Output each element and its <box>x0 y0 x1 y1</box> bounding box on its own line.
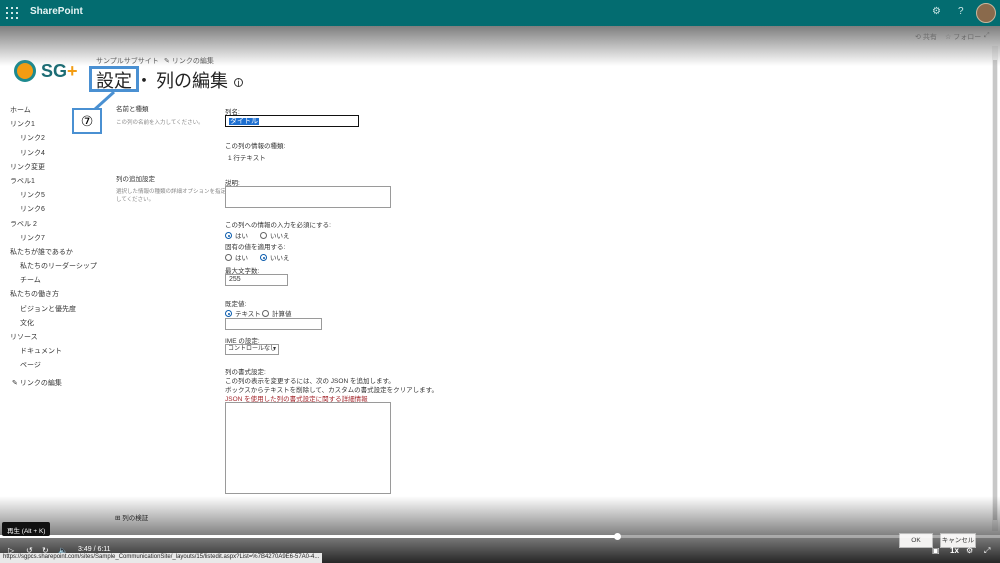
nav-edit-links[interactable]: ✎ リンクの編集 <box>12 378 62 388</box>
column-name-input[interactable]: タイトル <box>225 115 359 127</box>
info-type-value: 1 行テキスト <box>228 155 266 162</box>
info-icon[interactable]: i <box>234 77 243 87</box>
share-label: 共有 <box>922 34 937 41</box>
scrollbar-thumb[interactable] <box>993 60 997 520</box>
nav-item[interactable]: ドキュメント <box>10 345 97 359</box>
section-additional-heading: 列の追加設定 <box>116 176 155 183</box>
nav-item[interactable]: リンク7 <box>10 232 97 246</box>
section-name-type-heading: 名前と種類 <box>116 106 149 113</box>
column-validation-toggle[interactable]: ⊞ 列の検証 <box>115 512 148 522</box>
player-settings-icon[interactable]: ⚙ <box>966 546 973 555</box>
nav-item[interactable]: 私たちのリーダーシップ <box>10 260 97 274</box>
required-no-radio[interactable]: いいえ <box>260 230 290 240</box>
settings-gear-icon[interactable]: ⚙ <box>932 6 941 17</box>
radio-selected <box>225 310 232 317</box>
nav-item[interactable]: リンク5 <box>10 189 97 203</box>
default-calc-radio[interactable]: 計算値 <box>262 308 292 318</box>
nav-item[interactable]: ラベル 2 <box>10 218 97 232</box>
nav-item[interactable]: 私たちの働き方 <box>10 288 97 302</box>
unique-yes-radio[interactable]: はい <box>225 252 248 262</box>
format-json-textarea[interactable] <box>225 402 391 494</box>
radio-unselected <box>262 310 269 317</box>
unique-no-radio[interactable]: いいえ <box>260 252 290 262</box>
description-textarea[interactable] <box>225 186 391 208</box>
required-label: この列への情報の入力を必須にする: <box>225 222 331 229</box>
chevron-down-icon: ▾ <box>272 346 276 352</box>
follow-label: フォロー <box>953 34 982 41</box>
radio-unselected <box>260 232 267 239</box>
suite-bar: SharePoint ⚙ ? <box>0 0 1000 26</box>
app-launcher-icon[interactable] <box>6 7 18 19</box>
max-length-input[interactable]: 255 <box>225 274 288 286</box>
default-value-input[interactable] <box>225 318 322 330</box>
nav-item[interactable]: リンク4 <box>10 147 97 161</box>
section-additional-desc: 選択した情報の種類の詳細オプションを指定してください。 <box>116 189 227 203</box>
nav-item[interactable]: ビジョンと優先度 <box>10 303 97 317</box>
fullscreen-icon[interactable]: ⤢ <box>984 32 990 40</box>
nav-item[interactable]: 文化 <box>10 317 97 331</box>
nav-item[interactable]: リンク変更 <box>10 161 97 175</box>
radio-unselected <box>225 254 232 261</box>
pencil-icon: ✎ <box>164 58 170 65</box>
nav-item[interactable]: チーム <box>10 274 97 288</box>
speed-button[interactable]: 1x <box>950 546 959 555</box>
edit-links-button[interactable]: ✎ リンクの編集 <box>164 56 214 66</box>
suite-brand[interactable]: SharePoint <box>30 6 83 17</box>
player-fullscreen-icon[interactable]: ⤢ <box>984 546 990 556</box>
nav-item[interactable]: ホーム <box>10 104 97 118</box>
required-yes-radio[interactable]: はい <box>225 230 248 240</box>
avatar[interactable] <box>976 3 996 23</box>
edit-link-label: リンクの編集 <box>171 58 214 65</box>
column-validation-label: 列の検証 <box>122 515 149 522</box>
time-display: 3:49 / 6:11 <box>78 546 111 553</box>
screen: { "suite": {"brand": "SharePoint"}, "com… <box>0 0 1000 563</box>
nav-item[interactable]: 私たちが誰であるか <box>10 246 97 260</box>
logo-text: SG+ <box>41 61 78 81</box>
default-value-label: 既定値: <box>225 301 247 308</box>
annotation-highlight-box <box>89 66 139 92</box>
radio-selected <box>260 254 267 261</box>
status-url: https://sgpcs.sharepoint.com/sites/Sampl… <box>0 553 323 563</box>
radio-selected <box>225 232 232 239</box>
progress-played <box>0 535 617 538</box>
video-overlay-shade <box>0 26 1000 563</box>
info-type-label: この列の情報の種類: <box>225 143 286 150</box>
nav-item[interactable]: ページ <box>10 359 97 373</box>
unique-label: 固有の値を適用する: <box>225 244 286 251</box>
nav-item[interactable]: リンク1 <box>10 118 97 132</box>
share-icon: ⟲ <box>915 34 921 41</box>
section-name-type-desc: この列の名前を入力してください。 <box>116 120 204 126</box>
follow-command[interactable]: ☆ フォロー <box>945 32 981 42</box>
default-text-radio[interactable]: テキスト <box>225 308 261 318</box>
progress-knob[interactable] <box>614 533 621 540</box>
play-tooltip: 再生 (Alt + K) <box>2 522 51 536</box>
column-name-value: タイトル <box>229 118 259 125</box>
help-icon[interactable]: ? <box>958 6 964 17</box>
nav-item[interactable]: リンク6 <box>10 203 97 217</box>
ime-select[interactable]: コントロールなし ▾ <box>225 344 279 355</box>
nav-item[interactable]: リンク2 <box>10 132 97 146</box>
share-command[interactable]: ⟲ 共有 <box>915 32 937 42</box>
logo-mark <box>14 60 36 82</box>
title-sub: 列の編集 <box>156 71 228 91</box>
breadcrumb[interactable]: サンプルサブサイト <box>96 56 159 66</box>
star-icon: ☆ <box>945 34 952 41</box>
nav-item[interactable]: リソース <box>10 331 97 345</box>
left-navigation: ホーム リンク1 リンク2 リンク4 リンク変更 ラベル1 リンク5 リンク6 ラベル 2 リンク… <box>10 104 97 374</box>
site-logo[interactable]: SG+ <box>14 60 84 84</box>
nav-item[interactable]: ラベル1 <box>10 175 97 189</box>
expand-icon: ⊞ <box>115 515 121 522</box>
pencil-icon: ✎ <box>12 380 18 387</box>
captions-icon[interactable]: ▣ <box>932 546 940 555</box>
nav-edit-label: リンクの編集 <box>19 380 62 387</box>
